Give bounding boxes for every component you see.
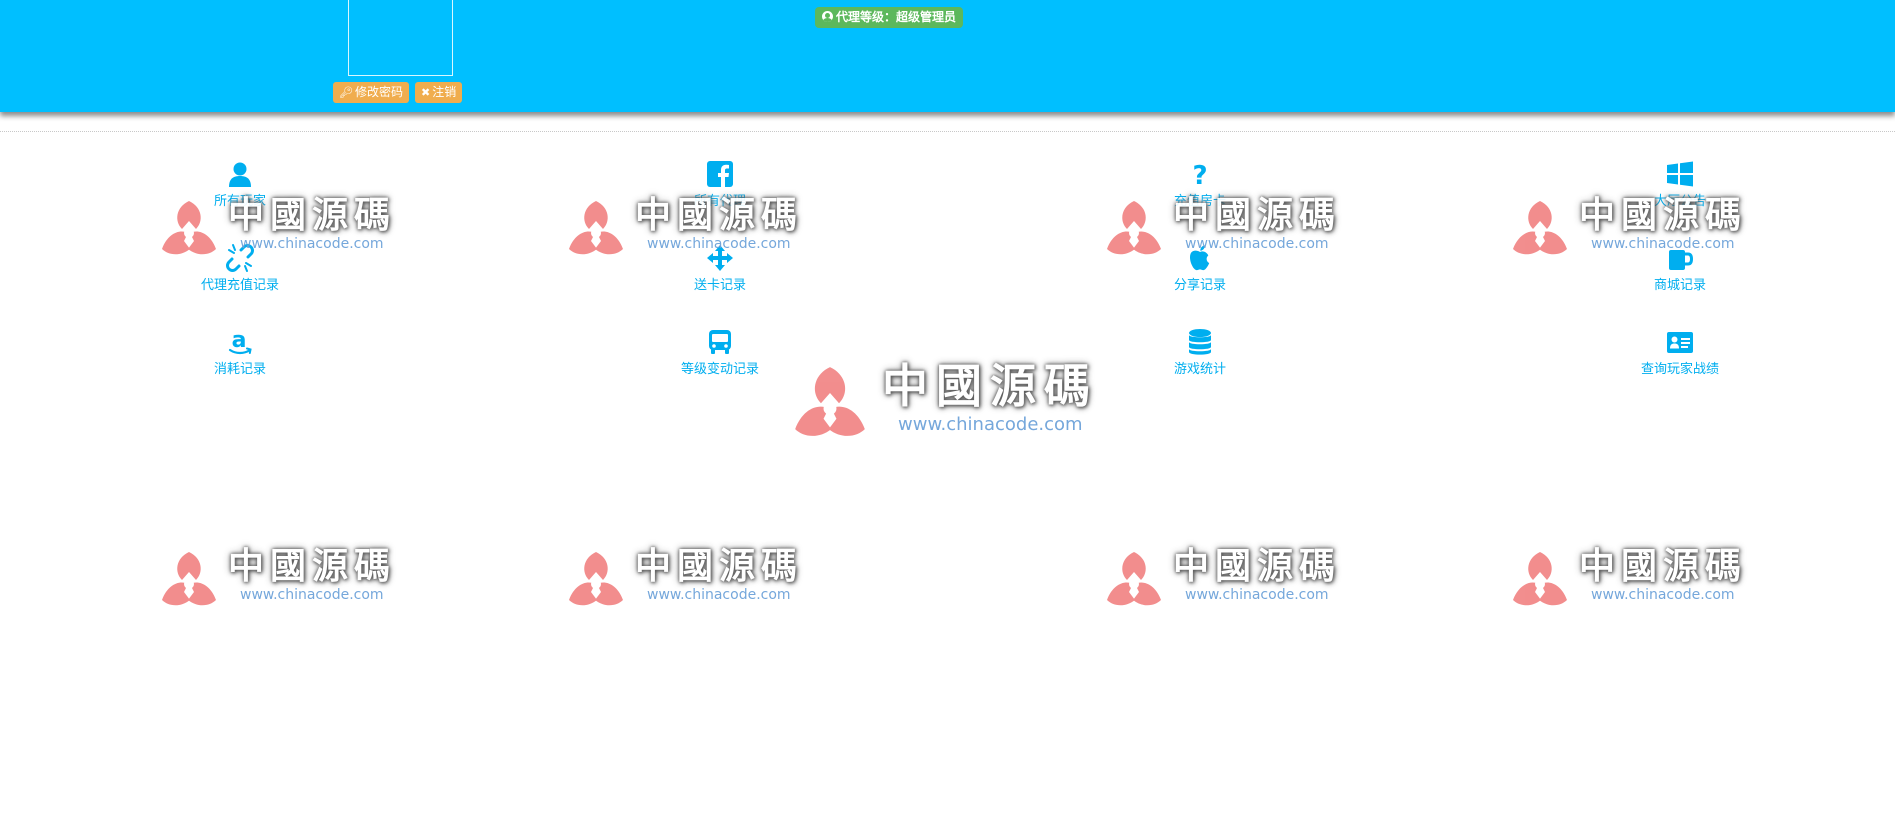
menu-item-label: 游戏统计 [1173, 362, 1226, 377]
watermark-logo-icon [1513, 552, 1567, 606]
logout-label: 注销 [432, 85, 457, 99]
watermark-brand: 中國源碼 [1579, 545, 1748, 587]
avatar [348, 0, 453, 76]
menu-item-consumption-log[interactable]: a 消耗记录 [140, 328, 340, 392]
watermark-brand: 中國源碼 [1173, 545, 1342, 587]
menu-item-label: 代理充值记录 [200, 278, 279, 293]
unlink-icon [226, 244, 254, 272]
agent-level-badge: 代理等级：超级管理员 [815, 7, 964, 28]
watermark: 中國源碼 www.chinacode.com [565, 546, 805, 610]
watermark-url: www.chinacode.com [1185, 587, 1329, 603]
watermark: 中國源碼 www.chinacode.com [1509, 546, 1749, 610]
menu-item-query-player-record[interactable]: 查询玩家战绩 [1580, 328, 1780, 392]
watermark-brand: 中國源碼 [635, 545, 804, 587]
menu-item-game-stats[interactable]: 游戏统计 [1100, 328, 1300, 392]
menu-item-label: 所有代理 [693, 194, 746, 209]
svg-text:a: a [232, 328, 247, 353]
menu-item-level-change-log[interactable]: 等级变动记录 [620, 328, 820, 392]
menu-item-shop-log[interactable]: 商城记录 [1580, 244, 1780, 308]
user-circle-icon [822, 11, 833, 22]
watermark-brand: 中國源碼 [228, 545, 397, 587]
apple-icon [1186, 244, 1214, 272]
menu-item-send-card-log[interactable]: 送卡记录 [620, 244, 820, 308]
agent-level-text: 代理等级：超级管理员 [836, 10, 957, 24]
menu-item-label: 充值房卡 [1173, 194, 1226, 209]
watermark-url: www.chinacode.com [647, 587, 791, 603]
menu-item-label: 消耗记录 [213, 362, 266, 377]
menu-item-all-players[interactable]: 所有玩家 [140, 160, 340, 224]
mug-icon [1666, 244, 1694, 272]
change-password-button[interactable]: 🔑︎ 修改密码 [333, 82, 409, 103]
watermark: 中國源碼 www.chinacode.com [158, 546, 398, 610]
windows-icon [1666, 160, 1694, 188]
watermark: 中國源碼 www.chinacode.com [1103, 546, 1343, 610]
id-card-icon [1666, 328, 1694, 356]
arrows-move-icon [706, 244, 734, 272]
watermark-url: www.chinacode.com [898, 414, 1083, 435]
watermark-brand: 中國源碼 [882, 359, 1098, 413]
watermark-url: www.chinacode.com [240, 587, 384, 603]
watermark-logo-icon [569, 201, 623, 255]
menu-item-label: 等级变动记录 [680, 362, 759, 377]
amazon-icon: a [226, 328, 254, 356]
menu-item-label: 送卡记录 [693, 278, 746, 293]
close-icon: ✖ [421, 86, 431, 99]
svg-text:?: ? [1192, 161, 1207, 188]
watermark: 中國源碼 www.chinacode.com [790, 360, 1100, 440]
menu-item-agent-recharge-log[interactable]: 代理充值记录 [140, 244, 340, 308]
watermark-logo-icon [162, 552, 216, 606]
question-icon: ? [1186, 160, 1214, 188]
watermark-logo-icon [569, 552, 623, 606]
user-icon [226, 160, 254, 188]
key-icon: 🔑︎ [339, 86, 353, 99]
top-header: 代理等级：超级管理员 🔑︎ 修改密码 ✖ 注销 [0, 0, 1895, 112]
dotted-divider [0, 131, 1895, 132]
menu-item-label: 商城记录 [1653, 278, 1706, 293]
menu-item-label: 大厅公告 [1653, 194, 1706, 209]
database-icon [1186, 328, 1214, 356]
change-password-label: 修改密码 [354, 85, 403, 99]
watermark-logo-icon [1107, 552, 1161, 606]
watermark-url: www.chinacode.com [1591, 587, 1735, 603]
menu-item-label: 查询玩家战绩 [1640, 362, 1719, 377]
menu-item-share-log[interactable]: 分享记录 [1100, 244, 1300, 308]
menu-item-all-agents[interactable]: 所有代理 [620, 160, 820, 224]
menu-item-label: 所有玩家 [213, 194, 266, 209]
watermark-logo-icon [1513, 201, 1567, 255]
menu-item-label: 分享记录 [1173, 278, 1226, 293]
bus-icon [706, 328, 734, 356]
facebook-icon [706, 160, 734, 188]
logout-button[interactable]: ✖ 注销 [415, 82, 463, 103]
menu-item-recharge-cards[interactable]: ? 充值房卡 [1100, 160, 1300, 224]
menu-item-lobby-notice[interactable]: 大厅公告 [1580, 160, 1780, 224]
